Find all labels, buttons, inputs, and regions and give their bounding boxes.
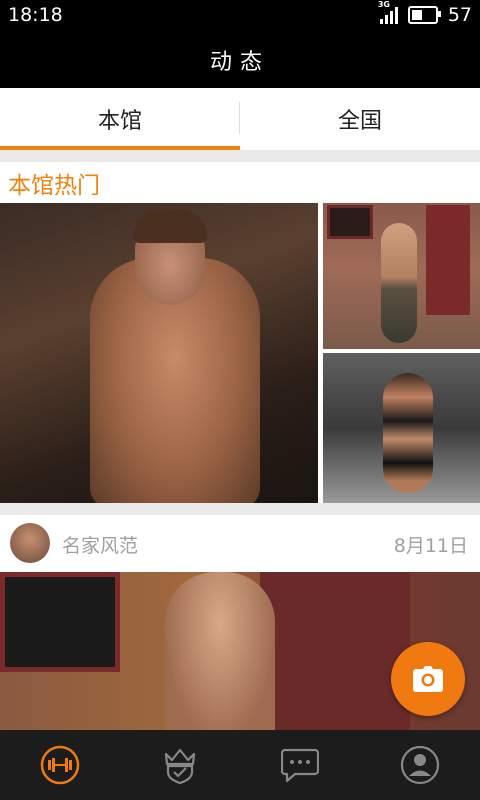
profile-icon	[400, 745, 440, 785]
status-bar: 18:18 3G 57	[0, 0, 480, 32]
nav-item-workout[interactable]	[0, 730, 120, 800]
dumbbell-icon	[40, 745, 80, 785]
nav-item-messages[interactable]	[240, 730, 360, 800]
section-title: 本馆热门	[8, 173, 100, 199]
signal-icon: 3G	[378, 0, 398, 24]
network-type: 3G	[377, 0, 390, 9]
post-date: 8月11日	[393, 535, 468, 557]
hot-photo-bottom-right[interactable]	[323, 353, 480, 503]
nav-item-ranking[interactable]	[120, 730, 240, 800]
camera-icon	[413, 666, 443, 692]
battery-fill	[411, 10, 422, 20]
post-author[interactable]: 名家风范	[62, 531, 138, 558]
tab-bar: 本馆 全国	[0, 88, 480, 150]
hot-photo-main[interactable]	[0, 203, 318, 503]
chat-icon	[281, 748, 319, 783]
app-bar: 动态	[0, 32, 480, 88]
page-title: 动态	[209, 50, 270, 75]
status-time: 18:18	[8, 4, 63, 26]
battery-level: 57	[447, 4, 472, 26]
avatar[interactable]	[10, 523, 50, 563]
hot-section: 本馆热门	[0, 162, 480, 514]
section-divider	[0, 503, 480, 515]
crown-shield-icon	[164, 748, 196, 784]
bottom-nav	[0, 730, 480, 800]
tab-local-gym[interactable]: 本馆	[0, 88, 240, 150]
tab-nationwide[interactable]: 全国	[240, 88, 480, 150]
nav-item-profile[interactable]	[360, 730, 480, 800]
tab-label: 全国	[337, 109, 382, 134]
camera-button[interactable]	[391, 642, 465, 716]
section-divider	[0, 150, 480, 162]
tab-label: 本馆	[97, 109, 142, 134]
battery-icon	[407, 6, 441, 24]
hot-photo-top-right[interactable]	[323, 203, 480, 349]
